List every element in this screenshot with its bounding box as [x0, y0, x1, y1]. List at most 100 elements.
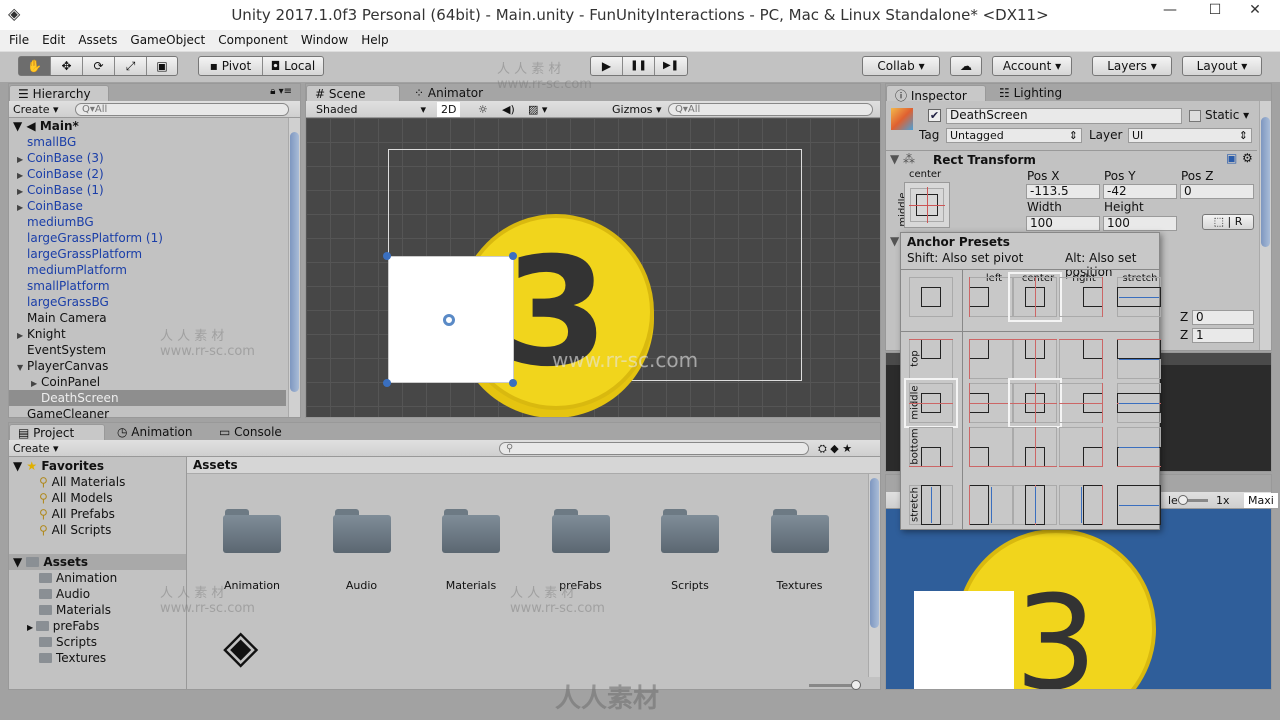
anchor-preset-middle-left[interactable] [969, 383, 1013, 423]
settings-gear-icon[interactable]: ⚙ [1242, 151, 1253, 165]
hierarchy-item[interactable]: ▶ CoinBase (2) [9, 166, 286, 182]
2d-toggle[interactable]: 2D [437, 102, 461, 117]
anchor-preset-middle-none[interactable] [904, 378, 958, 428]
anchor-preset-none-center[interactable] [1008, 272, 1062, 322]
hierarchy-item[interactable]: smallPlatform [9, 278, 286, 294]
menu-gameobject[interactable]: GameObject [123, 30, 211, 47]
folder-icon[interactable] [332, 509, 391, 553]
anchor-preset-top-none[interactable] [909, 339, 953, 379]
folder-name[interactable]: Scripts [640, 579, 740, 592]
tab-animation[interactable]: ◷ Animation [109, 424, 200, 440]
step-button[interactable]: ▶❚ [655, 57, 687, 75]
collab-button[interactable]: Collab ▾ [862, 56, 940, 76]
layout-dropdown[interactable]: Layout ▾ [1182, 56, 1262, 76]
folder-tree-item[interactable]: Audio [39, 586, 90, 602]
hierarchy-item[interactable]: ▶ CoinPanel [9, 374, 286, 390]
maximize-on-play-toggle[interactable]: Maxi [1244, 493, 1278, 508]
anchor-preset-bottom-center[interactable] [1013, 427, 1057, 467]
help-icon[interactable]: ▣ [1226, 151, 1237, 165]
folder-icon[interactable] [770, 509, 829, 553]
anchor-preset-stretch-center[interactable] [1013, 485, 1057, 525]
maximize-button[interactable]: ☐ [1195, 2, 1235, 18]
hierarchy-search-input[interactable]: Q▾All [75, 103, 289, 116]
folder-name[interactable]: Audio [312, 579, 412, 592]
tab-console[interactable]: ▭ Console [211, 424, 290, 440]
pos-y-input[interactable]: -42 [1103, 184, 1177, 199]
anchor-preset-middle-stretch[interactable] [1117, 383, 1161, 423]
height-input[interactable]: 100 [1103, 216, 1177, 231]
folder-tree-item[interactable]: ▶ preFabs [27, 618, 99, 634]
pause-button[interactable]: ❚❚ [623, 57, 655, 75]
close-button[interactable]: ✕ [1235, 2, 1275, 18]
raw-edit-button[interactable]: R [1235, 215, 1243, 228]
pivot-handle[interactable] [443, 314, 455, 326]
hierarchy-item[interactable]: largeGrassBG [9, 294, 286, 310]
local-button[interactable]: ◘ Local [263, 57, 323, 75]
scale-z-input[interactable]: 1 [1192, 328, 1254, 343]
tab-project[interactable]: ▤ Project [9, 424, 105, 440]
anchor-preset-none-right[interactable] [1059, 277, 1103, 317]
minimize-button[interactable]: — [1150, 2, 1190, 18]
folder-icon[interactable] [223, 509, 281, 553]
scene-viewport[interactable]: 3 [306, 118, 880, 417]
menu-component[interactable]: Component [211, 30, 294, 47]
inspector-scrollbar[interactable] [1259, 101, 1271, 350]
anchor-preset-top-right[interactable] [1059, 339, 1103, 379]
gizmos-dropdown[interactable]: Gizmos ▾ [608, 102, 666, 117]
favorite-item[interactable]: ⚲ All Models [39, 490, 113, 506]
corner-handle[interactable] [383, 252, 391, 260]
hierarchy-item[interactable]: mediumPlatform [9, 262, 286, 278]
move-tool-icon[interactable]: ✥ [51, 57, 83, 75]
play-button[interactable]: ▶ [591, 57, 623, 75]
layers-dropdown[interactable]: Layers ▾ [1092, 56, 1172, 76]
hierarchy-scrollbar[interactable] [288, 118, 300, 417]
favorite-item[interactable]: ⚲ All Prefabs [39, 506, 115, 522]
hierarchy-item[interactable]: ▶ CoinBase (3) [9, 150, 286, 166]
width-input[interactable]: 100 [1026, 216, 1100, 231]
anchor-preset-bottom-none[interactable] [909, 427, 953, 467]
blueprint-mode-button[interactable]: ⬚ [1214, 215, 1224, 228]
anchor-preset-top-stretch[interactable] [1117, 339, 1161, 379]
hierarchy-item[interactable]: mediumBG [9, 214, 286, 230]
anchor-preset-bottom-right[interactable] [1059, 427, 1103, 467]
tab-lighting[interactable]: ☷ Lighting [991, 85, 1070, 101]
anchor-preset-none-none[interactable] [909, 277, 953, 317]
hierarchy-item[interactable]: ▶ CoinBase [9, 198, 286, 214]
anchor-preset-none-stretch[interactable] [1117, 277, 1161, 317]
layer-dropdown[interactable]: UI ⇕ [1128, 128, 1252, 143]
anchor-preset-top-left[interactable] [969, 339, 1013, 379]
tab-inspector[interactable]: ⓘ Inspector [886, 85, 986, 103]
scene-search-input[interactable]: Q▾All [668, 103, 873, 116]
folder-tree-item[interactable]: Textures [39, 650, 106, 666]
hierarchy-item[interactable]: ▼ PlayerCanvas [9, 358, 286, 374]
create-dropdown[interactable]: Create ▾ [9, 102, 63, 117]
static-checkbox[interactable] [1189, 110, 1201, 122]
pos-z-input[interactable]: 0 [1180, 184, 1254, 199]
menu-file[interactable]: File [0, 30, 35, 47]
favorite-item[interactable]: ⚲ All Materials [39, 474, 125, 490]
hand-tool-icon[interactable]: ✋ [19, 57, 51, 75]
anchor-preset-bottom-left[interactable] [969, 427, 1013, 467]
pos-x-input[interactable]: -113.5 [1026, 184, 1100, 199]
menu-assets[interactable]: Assets [71, 30, 123, 47]
rect-tool-icon[interactable]: ▣ [147, 57, 177, 75]
project-create-dropdown[interactable]: Create ▾ [9, 441, 63, 456]
account-dropdown[interactable]: Account ▾ [992, 56, 1072, 76]
folder-icon[interactable] [661, 509, 719, 553]
hierarchy-item[interactable]: largeGrassPlatform [9, 246, 286, 262]
tag-dropdown[interactable]: Untagged ⇕ [946, 128, 1082, 143]
menu-edit[interactable]: Edit [35, 30, 71, 47]
hierarchy-item[interactable]: ▶ Knight [9, 326, 286, 342]
scale-tool-icon[interactable]: ⤢ [115, 57, 147, 75]
tab-hierarchy[interactable]: ☰ Hierarchy [9, 85, 109, 101]
active-checkbox[interactable]: ✔ [928, 109, 941, 122]
anchor-preset-none-left[interactable] [969, 277, 1013, 317]
hierarchy-item[interactable]: Main Camera [9, 310, 286, 326]
anchor-preset-middle-center[interactable] [1008, 378, 1062, 428]
scale-slider[interactable] [1178, 495, 1208, 505]
anchor-preset-stretch-none[interactable] [909, 485, 953, 525]
menu-window[interactable]: Window [294, 30, 354, 47]
hierarchy-item[interactable]: ▶ CoinBase (1) [9, 182, 286, 198]
assets-root[interactable]: ▼ Assets [9, 554, 186, 570]
anchor-preset-bottom-stretch[interactable] [1117, 427, 1161, 467]
